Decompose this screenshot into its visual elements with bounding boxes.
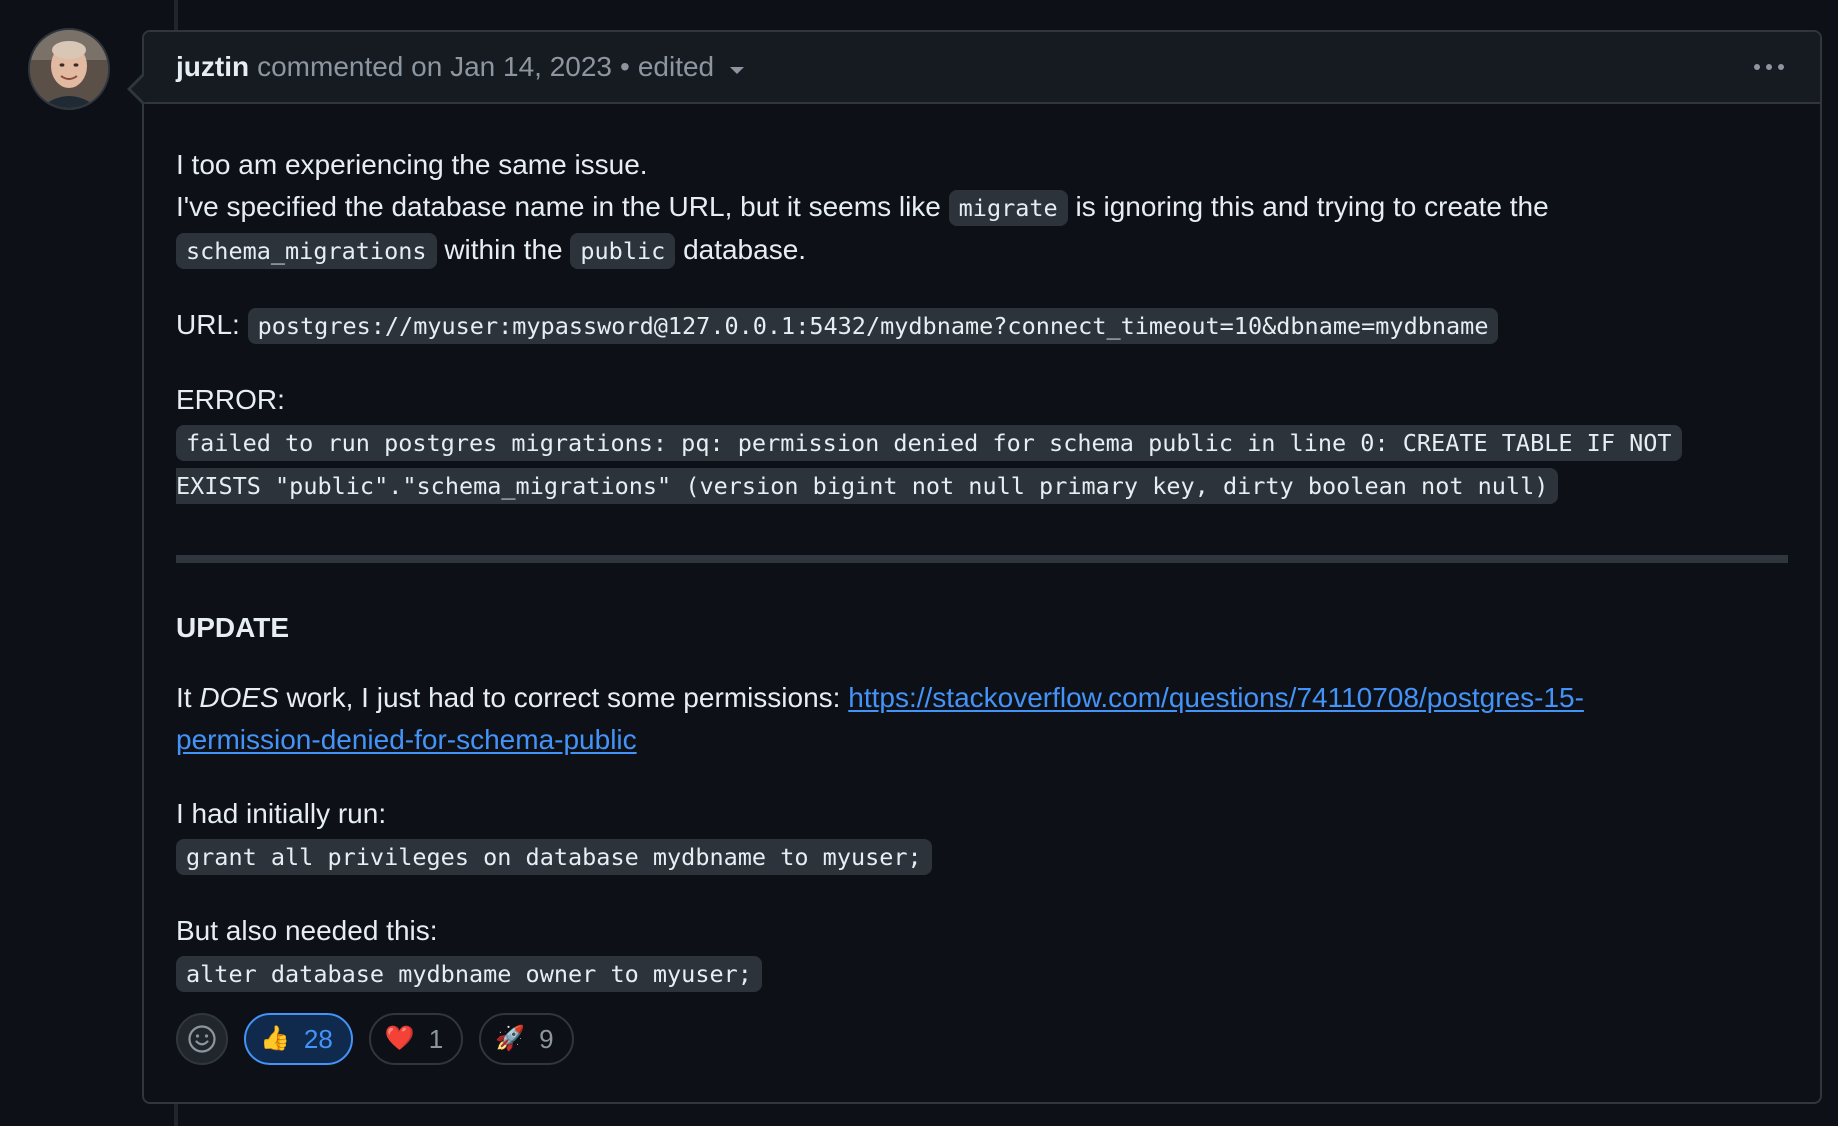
horizontal-rule [176,555,1788,563]
update-heading: UPDATE [176,612,290,643]
intro-text-2a: I've specified the database name in the … [176,191,941,222]
update-emphasis: DOES [199,682,279,713]
inline-code: migrate [948,190,1068,226]
reaction-count: 28 [303,1024,333,1054]
edit-history-dropdown[interactable]: edited [637,51,745,83]
thumbs-up-icon: 👍 [260,1025,290,1052]
more-options-icon[interactable] [1748,58,1790,76]
reaction-count: 9 [539,1024,554,1054]
initial-label: I had initially run: [176,798,387,829]
inline-code: schema_migrations [176,233,437,269]
error-code-line-1: failed to run postgres migrations: pq: p… [176,425,1682,461]
reaction-rocket[interactable]: 🚀 9 [479,1013,574,1065]
user-avatar-icon [30,30,108,108]
intro-text-2b: is ignoring this and trying to create th… [1075,191,1549,222]
url-label: URL: [176,309,240,340]
chevron-down-icon [730,66,745,74]
add-reaction-button[interactable] [176,1013,228,1065]
intro-text: I too am experiencing the same issue. [176,149,648,180]
paragraph-also: But also needed this: alter database myd… [176,910,1788,995]
also-label: But also needed this: [176,915,438,946]
comment-pointer-fill [131,75,145,103]
comment-timestamp[interactable]: commented on Jan 14, 2023 [257,51,612,83]
reaction-thumbs-up[interactable]: 👍 28 [244,1013,353,1065]
reaction-heart[interactable]: ❤️ 1 [368,1013,464,1065]
intro-text-3a: within the [444,234,563,265]
url-code: postgres://myuser:mypassword@127.0.0.1:5… [247,308,1499,344]
paragraph-update: It DOES work, I just had to correct some… [176,677,1788,761]
link-line-1[interactable]: https://stackoverflow.com/questions/7411… [848,682,1584,713]
separator: • [620,51,630,82]
paragraph-initial: I had initially run: grant all privilege… [176,793,1788,878]
error-label: ERROR: [176,384,285,415]
edited-label: edited [637,51,715,82]
smiley-icon [188,1025,216,1053]
author-link[interactable]: juztin [176,51,249,83]
update-text-b: work, I just had to correct some permiss… [286,682,841,713]
issue-timeline: juztin commented on Jan 14, 2023 • edite… [0,0,1838,1126]
paragraph-url: URL: postgres://myuser:mypassword@127.0.… [176,304,1788,347]
comment-header: juztin commented on Jan 14, 2023 • edite… [144,32,1820,104]
reactions-bar: 👍 28 ❤️ 1 🚀 9 [176,1013,1788,1065]
link-line-2[interactable]: permission-denied-for-schema-public [176,724,637,755]
error-code-line-2: EXISTS "public"."schema_migrations" (ver… [176,468,1559,504]
reaction-count: 1 [428,1024,444,1054]
rocket-icon: 🚀 [495,1025,526,1052]
comment-box: juztin commented on Jan 14, 2023 • edite… [127,30,1822,1104]
grant-code: grant all privileges on database mydbnam… [176,839,932,875]
avatar[interactable] [28,28,110,110]
inline-code: public [570,233,676,269]
alter-code: alter database mydbname owner to myuser; [176,956,762,992]
paragraph-error: ERROR: failed to run postgres migrations… [176,379,1788,507]
paragraph-intro: I too am experiencing the same issue. I'… [176,144,1788,272]
comment-body: I too am experiencing the same issue. I'… [144,104,1820,1065]
update-text-a: It [176,682,192,713]
heart-icon: ❤️ [384,1025,415,1052]
intro-text-3b: database. [683,234,807,265]
